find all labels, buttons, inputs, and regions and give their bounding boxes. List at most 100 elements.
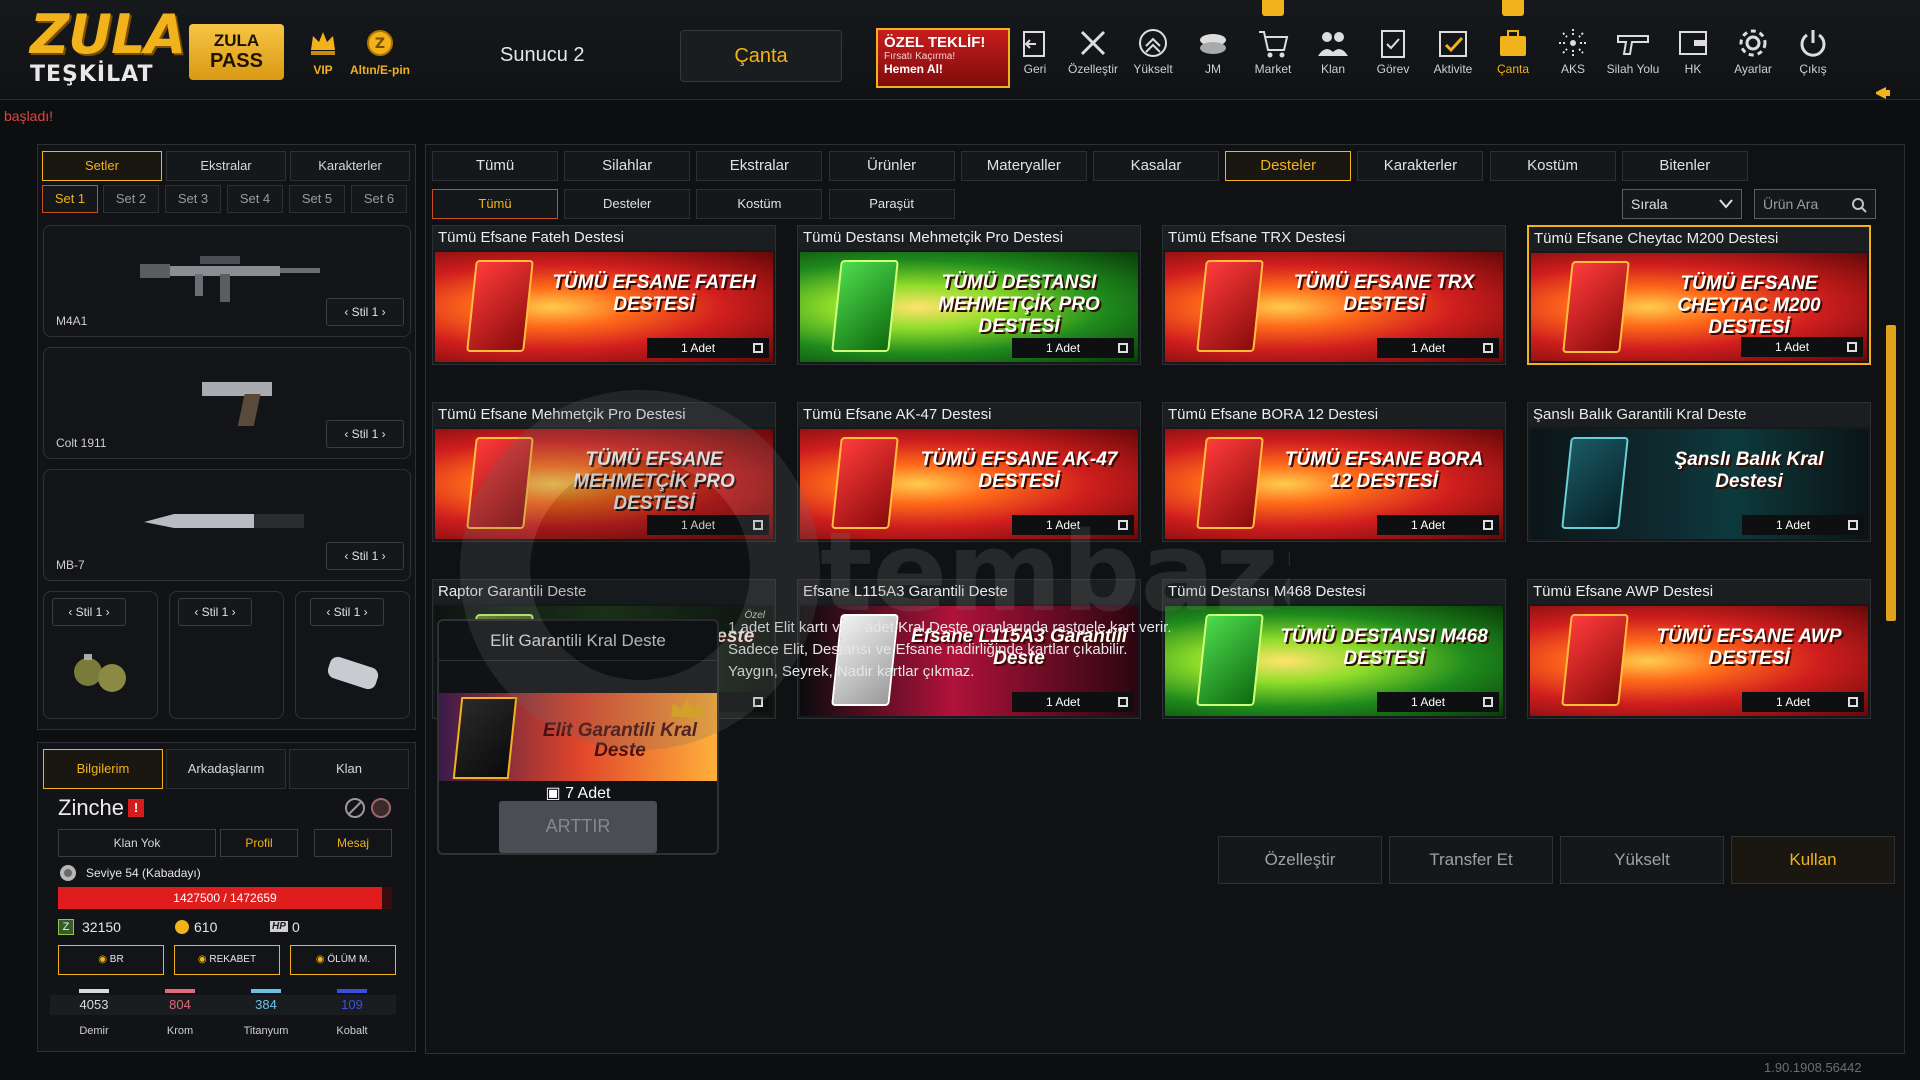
weapon-slot-primary[interactable]: M4A1 ‹ Stil 1 › (43, 225, 411, 337)
deck-book-icon (831, 437, 899, 529)
use-button[interactable]: Kullan (1731, 836, 1895, 884)
tab-sets[interactable]: Setler (42, 151, 162, 181)
tab-friends[interactable]: Arkadaşlarım (166, 749, 286, 789)
level-label: Seviye 54 (Kabadayı) (86, 866, 201, 880)
bag-button[interactable]: Çanta (680, 30, 842, 82)
deck-card-art-text: TÜMÜ EFSANE CHEYTAC M200 DESTESİ (1677, 273, 1821, 338)
nav-upgrade[interactable]: Yükselt (1124, 24, 1182, 76)
deck-card[interactable]: Tümü Destansı M468 Destesi TÜMÜ DESTANSI … (1162, 579, 1506, 719)
category-tab[interactable]: Ekstralar (696, 151, 823, 181)
nav-hk[interactable]: HK (1664, 24, 1722, 76)
scrollbar-thumb[interactable] (1886, 325, 1896, 621)
customize-button[interactable]: Özelleştir (1218, 836, 1382, 884)
deck-card[interactable]: Tümü Efsane AK-47 Destesi TÜMÜ EFSANE AK-… (797, 402, 1141, 542)
category-tab[interactable]: Ürünler (828, 151, 955, 181)
zula-pass-button[interactable]: ZULA PASS (189, 24, 284, 80)
tab-my-info[interactable]: Bilgilerim (43, 749, 163, 789)
deck-card-quantity-text: 1 Adet (1046, 695, 1081, 709)
upgrade-button[interactable]: Yükselt (1560, 836, 1724, 884)
nav-back[interactable]: Geri (1006, 24, 1064, 76)
deck-card[interactable]: Tümü Efsane Fateh Destesi TÜMÜ EFSANE FAT… (432, 225, 776, 365)
xp-bar: 1427500 / 1472659 (58, 887, 392, 909)
set-2-button[interactable]: Set 2 (103, 185, 159, 213)
special-offer-banner[interactable]: ÖZEL TEKLİF! Fırsatı Kaçırma! Hemen Al! (876, 28, 1010, 88)
deck-card[interactable]: Tümü Efsane Mehmetçik Pro Destesi TÜMÜ EF… (432, 402, 776, 542)
style-selector-grenade-1[interactable]: ‹ Stil 1 › (52, 598, 126, 626)
nav-gear[interactable]: Ayarlar (1724, 24, 1782, 76)
set-6-button[interactable]: Set 6 (351, 185, 407, 213)
tab-characters[interactable]: Karakterler (290, 151, 410, 181)
mode-competitive-button[interactable]: ◉ REKABET (174, 945, 280, 975)
profile-button[interactable]: Profil (220, 829, 298, 857)
nav-cart[interactable]: Market (1244, 24, 1302, 76)
nav-power[interactable]: Çıkış (1784, 24, 1842, 76)
nav-task[interactable]: Görev (1364, 24, 1422, 76)
deck-card[interactable]: Tümü Destansı Mehmetçik Pro Destesi TÜMÜ … (797, 225, 1141, 365)
grenade-slot-1[interactable]: ‹ Stil 1 › (43, 591, 158, 719)
deck-book-icon (1196, 437, 1264, 529)
deck-card[interactable]: Tümü Efsane BORA 12 Destesi TÜMÜ EFSANE B… (1162, 402, 1506, 542)
weapon-slot-melee[interactable]: MB-7 ‹ Stil 1 › (43, 469, 411, 581)
subcategory-tab[interactable]: Desteler (564, 189, 691, 219)
description-line-3: Yaygın, Seyrek, Nadir kartlar çıkmaz. (728, 663, 975, 680)
set-4-button[interactable]: Set 4 (227, 185, 283, 213)
subcategory-tab[interactable]: Paraşüt (828, 189, 955, 219)
subcategory-tab[interactable]: Tümü (432, 189, 558, 219)
deck-card[interactable]: Tümü Efsane AWP Destesi TÜMÜ EFSANE AWP D… (1527, 579, 1871, 719)
tab-clan[interactable]: Klan (289, 749, 409, 789)
grenade-slot-3[interactable]: ‹ Stil 1 › (295, 591, 410, 719)
deck-card[interactable]: Tümü Efsane TRX Destesi TÜMÜ EFSANE TRX D… (1162, 225, 1506, 365)
style-selector-melee[interactable]: ‹ Stil 1 › (326, 542, 404, 570)
increase-button[interactable]: ARTTIR (499, 801, 657, 853)
tab-extras[interactable]: Ekstralar (166, 151, 286, 181)
deck-card[interactable]: Şanslı Balık Garantili Kral Deste Şanslı … (1527, 402, 1871, 542)
set-5-button[interactable]: Set 5 (289, 185, 345, 213)
style-selector-grenade-2[interactable]: ‹ Stil 1 › (178, 598, 252, 626)
nav-jm[interactable]: JM (1184, 24, 1242, 76)
message-button[interactable]: Mesaj (314, 829, 392, 857)
deck-card-quantity-text: 1 Adet (1776, 695, 1811, 709)
nav-clan[interactable]: Klan (1304, 24, 1362, 76)
weapon-slot-secondary[interactable]: Colt 1911 ‹ Stil 1 › (43, 347, 411, 459)
category-tab[interactable]: Bitenler (1621, 151, 1748, 181)
weapon-name-secondary: Colt 1911 (56, 436, 107, 450)
subcategory-tab[interactable]: Kostüm (696, 189, 823, 219)
deck-card-title: Tümü Efsane AK-47 Destesi (798, 403, 1140, 427)
category-tab[interactable]: Silahlar (564, 151, 691, 181)
vip-button[interactable]: VIP (305, 28, 341, 77)
category-tab[interactable]: Materyaller (960, 151, 1087, 181)
category-tab[interactable]: Kasalar (1093, 151, 1219, 181)
search-field[interactable]: Ürün Ara (1754, 189, 1876, 219)
mode-br-button[interactable]: ◉ BR (58, 945, 164, 975)
deck-card-quantity: 1 Adet (1742, 515, 1864, 535)
style-selector-grenade-3[interactable]: ‹ Stil 1 › (310, 598, 384, 626)
deck-card[interactable]: Tümü Efsane Cheytac M200 Destesi TÜMÜ EFS… (1527, 225, 1871, 365)
nav-gun[interactable]: Silah Yolu (1604, 24, 1662, 76)
megaphone-icon[interactable] (1874, 84, 1894, 102)
style-selector-primary[interactable]: ‹ Stil 1 › (326, 298, 404, 326)
transfer-button[interactable]: Transfer Et (1389, 836, 1553, 884)
vip-label: VIP (313, 63, 333, 77)
grenade-slot-2[interactable]: ‹ Stil 1 › (169, 591, 284, 719)
nav-aks[interactable]: AKS (1544, 24, 1602, 76)
rifle-icon (140, 256, 320, 302)
sort-dropdown[interactable]: Sırala (1622, 189, 1742, 219)
nav-tools[interactable]: Özelleştir (1064, 24, 1122, 76)
set-3-button[interactable]: Set 3 (165, 185, 221, 213)
nav-activity[interactable]: Aktivite (1424, 24, 1482, 76)
mode-deathmatch-button[interactable]: ◉ ÖLÜM M. (290, 945, 396, 975)
set-1-button[interactable]: Set 1 (42, 185, 98, 213)
clan-none-button[interactable]: Klan Yok (58, 829, 216, 857)
gold-epin-button[interactable]: Z Altın/E-pin (345, 28, 415, 77)
block-icon[interactable] (344, 797, 366, 819)
weapon-name-primary: M4A1 (56, 314, 88, 328)
category-tab[interactable]: Tümü (432, 151, 558, 181)
report-icon[interactable] (370, 797, 392, 819)
nav-label: JM (1205, 62, 1221, 76)
category-tab[interactable]: Karakterler (1357, 151, 1484, 181)
pistol-icon (202, 382, 272, 426)
category-tab[interactable]: Kostüm (1489, 151, 1616, 181)
style-selector-secondary[interactable]: ‹ Stil 1 › (326, 420, 404, 448)
nav-bag[interactable]: Çanta (1484, 24, 1542, 76)
category-tab[interactable]: Desteler (1225, 151, 1352, 181)
